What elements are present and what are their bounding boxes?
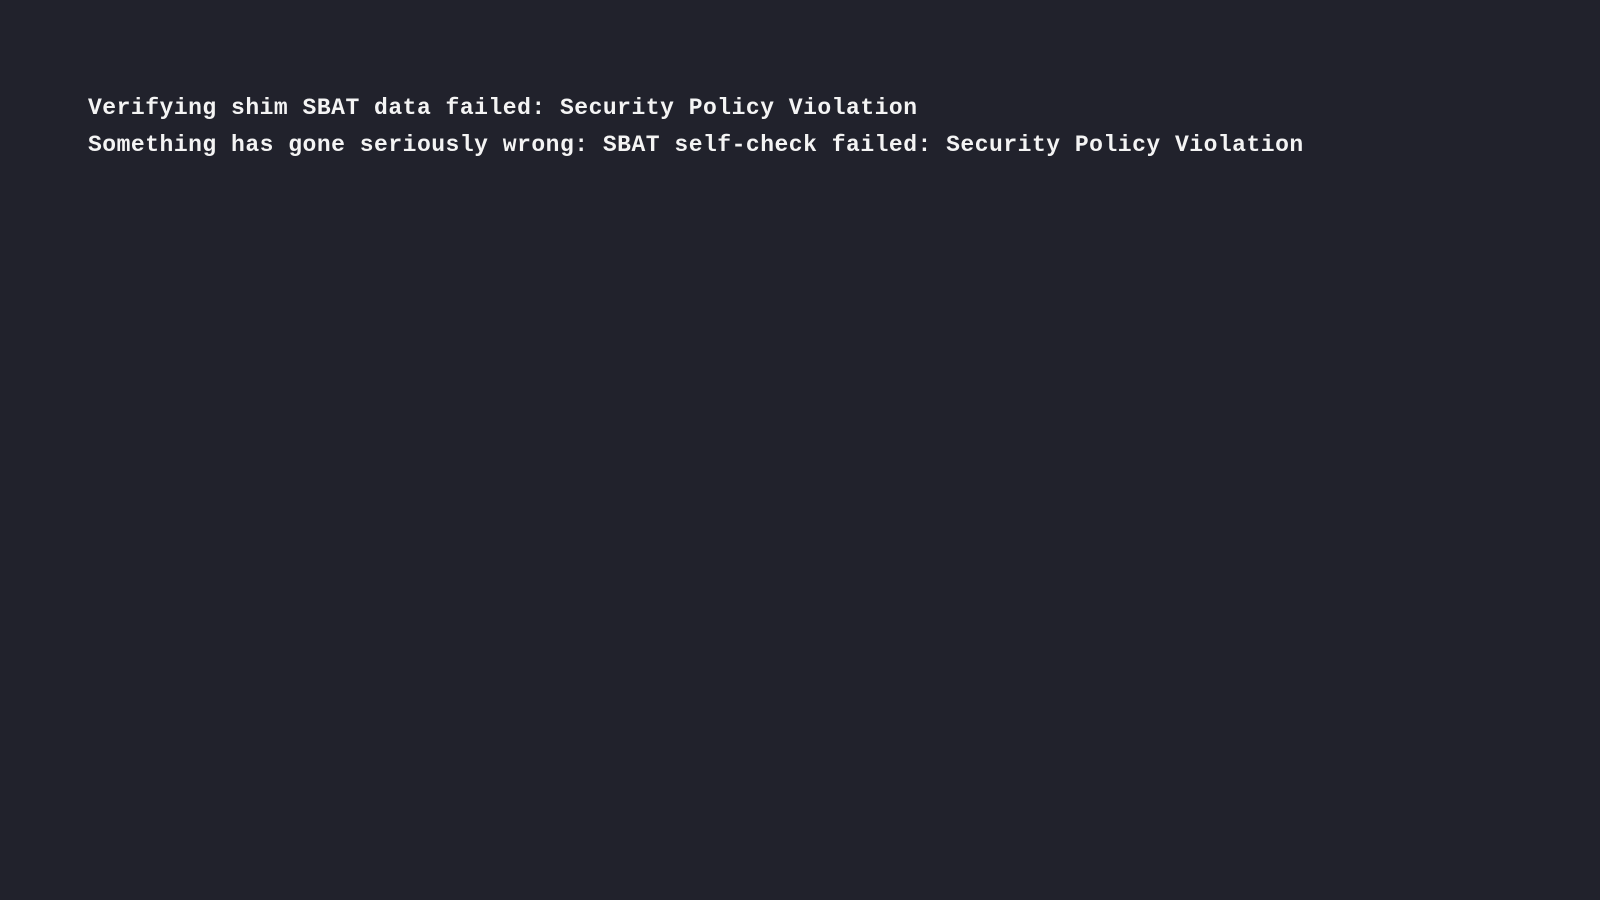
boot-console: Verifying shim SBAT data failed: Securit… <box>0 0 1600 164</box>
console-line: Verifying shim SBAT data failed: Securit… <box>88 90 1600 127</box>
console-line: Something has gone seriously wrong: SBAT… <box>88 127 1600 164</box>
